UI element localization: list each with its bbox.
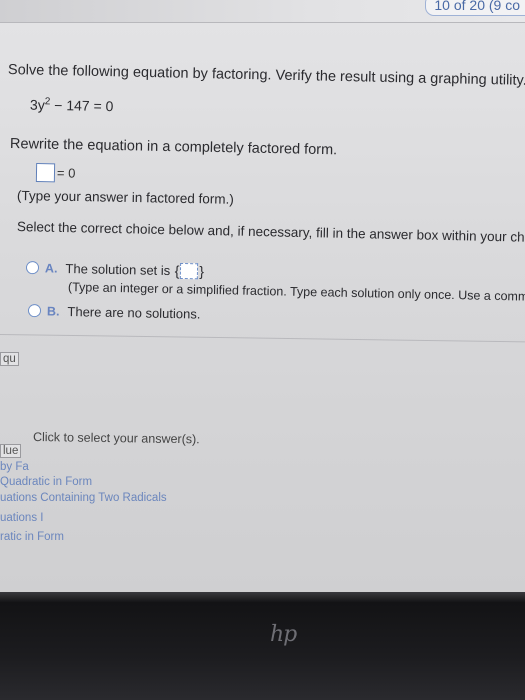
section-divider xyxy=(0,334,525,343)
sidebar-tab[interactable]: qu xyxy=(0,352,19,366)
sidebar-tab[interactable]: lue xyxy=(0,444,22,458)
choice-a[interactable]: A. The solution set is {} xyxy=(25,259,205,280)
choice-b-radio[interactable] xyxy=(27,304,42,318)
question-prompt: Solve the following equation by factorin… xyxy=(7,62,525,89)
close-brace: } xyxy=(199,263,205,280)
factored-hint: (Type your answer in factored form.) xyxy=(16,188,234,207)
sidebar-link[interactable]: ratic in Form xyxy=(0,531,64,543)
choice-b-letter: B. xyxy=(46,304,60,319)
factored-equals-zero: = 0 xyxy=(56,165,76,181)
factored-answer-row: = 0 xyxy=(35,163,76,183)
equation-base: 3y xyxy=(29,96,45,113)
monitor-screen: 10 of 20 (9 co Solve the following equat… xyxy=(0,0,525,592)
factored-answer-input[interactable] xyxy=(35,163,56,183)
monitor-bezel xyxy=(0,592,525,700)
question-counter[interactable]: 10 of 20 (9 co xyxy=(425,0,525,16)
click-to-select-text: Click to select your answer(s). xyxy=(32,430,200,447)
equation: 3y2 − 147 = 0 xyxy=(30,96,114,114)
bezel-edge xyxy=(0,592,525,602)
hp-logo: hp xyxy=(270,622,297,647)
sidebar-link[interactable]: by Fa xyxy=(0,461,29,473)
sidebar-link[interactable]: uations I xyxy=(0,512,43,524)
open-brace: { xyxy=(174,262,180,279)
rewrite-instruction: Rewrite the equation in a completely fac… xyxy=(9,136,338,159)
choice-a-radio[interactable] xyxy=(25,261,40,275)
select-instruction: Select the correct choice below and, if … xyxy=(16,219,525,246)
choice-a-text: The solution set is xyxy=(65,261,171,279)
choice-a-hint: (Type an integer or a simplified fractio… xyxy=(67,280,525,304)
choice-b-text: There are no solutions. xyxy=(67,304,201,322)
sidebar-link[interactable]: Quadratic in Form xyxy=(0,476,92,488)
solution-set-input[interactable] xyxy=(180,262,199,280)
sidebar-link[interactable]: uations Containing Two Radicals xyxy=(0,492,167,504)
equation-rest: − 147 = 0 xyxy=(50,97,114,115)
choice-b[interactable]: B. There are no solutions. xyxy=(27,302,201,323)
top-bar: 10 of 20 (9 co xyxy=(0,0,525,23)
choice-a-letter: A. xyxy=(44,261,58,276)
